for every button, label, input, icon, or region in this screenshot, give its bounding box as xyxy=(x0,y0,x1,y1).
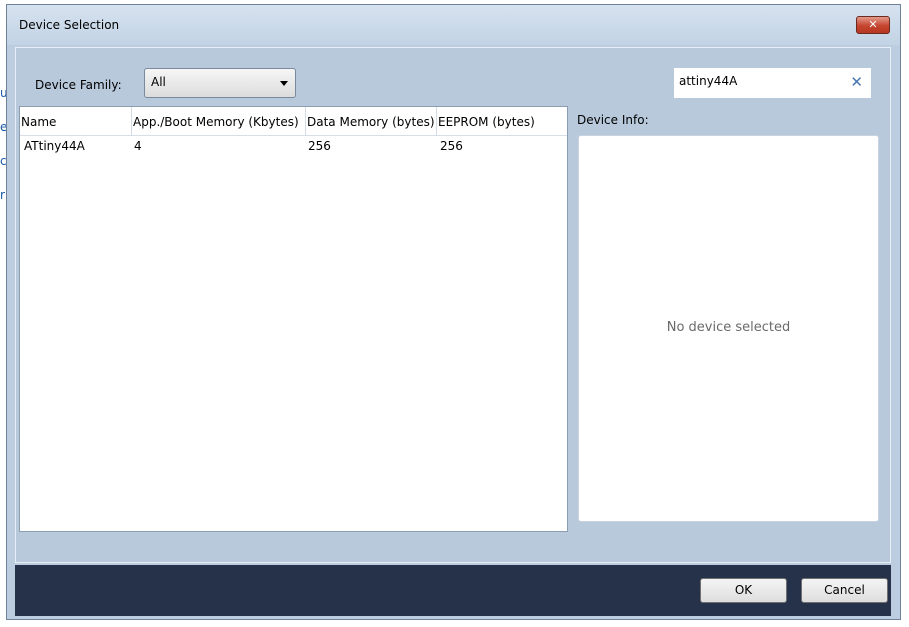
search-value: attiny44A xyxy=(679,74,738,88)
title-bar[interactable]: Device Selection ✕ xyxy=(7,5,900,45)
column-header-app-boot-memory[interactable]: App./Boot Memory (Kbytes) xyxy=(132,107,306,135)
device-family-value: All xyxy=(151,75,166,89)
column-header-name[interactable]: Name xyxy=(20,107,132,135)
clear-search-icon[interactable]: ✕ xyxy=(850,73,863,91)
search-input[interactable]: attiny44A ✕ xyxy=(674,68,871,98)
close-icon: ✕ xyxy=(868,18,878,31)
ok-button[interactable]: OK xyxy=(700,578,787,603)
close-button[interactable]: ✕ xyxy=(856,16,890,34)
column-header-eeprom[interactable]: EEPROM (bytes) xyxy=(437,107,567,135)
dialog-content: Device Family: All attiny44A ✕ Name App.… xyxy=(15,47,891,563)
cancel-button[interactable]: Cancel xyxy=(801,578,888,603)
device-family-label: Device Family: xyxy=(35,78,122,92)
device-table: Name App./Boot Memory (Kbytes) Data Memo… xyxy=(19,106,568,532)
chevron-down-icon xyxy=(280,81,288,86)
device-family-dropdown[interactable]: All xyxy=(144,68,296,98)
cell-data-memory: 256 xyxy=(308,139,331,153)
column-header-data-memory[interactable]: Data Memory (bytes) xyxy=(306,107,437,135)
dialog-footer: OK Cancel xyxy=(15,565,891,616)
no-device-message: No device selected xyxy=(666,320,791,335)
device-info-label: Device Info: xyxy=(577,113,649,127)
dialog-title: Device Selection xyxy=(19,18,120,32)
cell-name: ATtiny44A xyxy=(24,139,85,153)
cell-app-boot-memory: 4 xyxy=(134,139,142,153)
device-info-panel: No device selected xyxy=(578,135,879,522)
device-selection-dialog: Device Selection ✕ Device Family: All at… xyxy=(6,4,901,620)
background-text: r xyxy=(0,188,5,202)
cell-eeprom: 256 xyxy=(440,139,463,153)
table-header: Name App./Boot Memory (Kbytes) Data Memo… xyxy=(20,107,567,136)
